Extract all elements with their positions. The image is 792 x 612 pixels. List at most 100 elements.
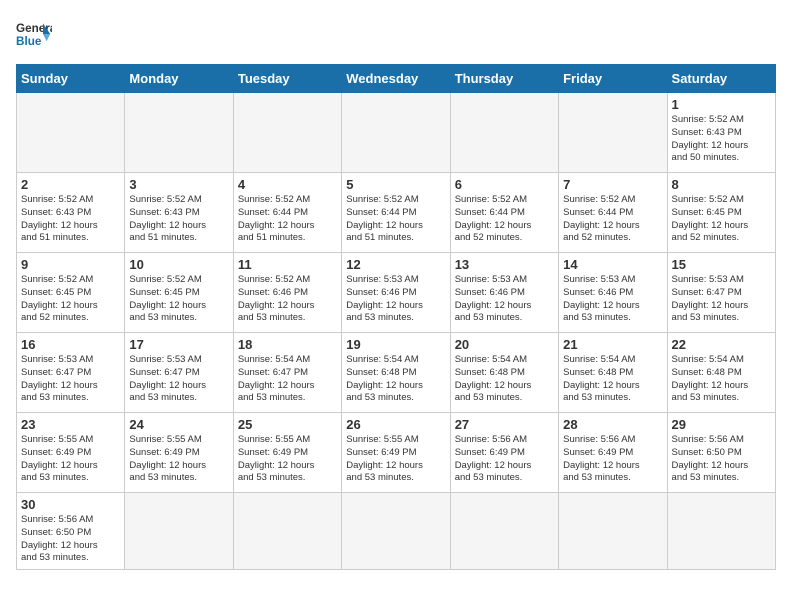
day-number: 26: [346, 417, 445, 432]
cell-info: Sunrise: 5:52 AMSunset: 6:45 PMDaylight:…: [129, 274, 228, 325]
cell-info: Sunrise: 5:52 AMSunset: 6:44 PMDaylight:…: [455, 194, 554, 245]
cell-info: Sunrise: 5:52 AMSunset: 6:45 PMDaylight:…: [21, 274, 120, 325]
day-number: 27: [455, 417, 554, 432]
cal-cell: 29 Sunrise: 5:56 AMSunset: 6:50 PMDayligh…: [667, 413, 775, 493]
cell-info: Sunrise: 5:52 AMSunset: 6:43 PMDaylight:…: [129, 194, 228, 245]
cell-info: Sunrise: 5:56 AMSunset: 6:49 PMDaylight:…: [455, 434, 554, 485]
day-number: 24: [129, 417, 228, 432]
cal-cell: 1 Sunrise: 5:52 AMSunset: 6:43 PMDaylight…: [667, 93, 775, 173]
cell-info: Sunrise: 5:55 AMSunset: 6:49 PMDaylight:…: [21, 434, 120, 485]
cal-cell: 15Sunrise: 5:53 AMSunset: 6:47 PMDayligh…: [667, 253, 775, 333]
cal-cell: 8Sunrise: 5:52 AMSunset: 6:45 PMDaylight…: [667, 173, 775, 253]
cell-info: Sunrise: 5:54 AMSunset: 6:48 PMDaylight:…: [563, 354, 662, 405]
cell-info: Sunrise: 5:53 AMSunset: 6:46 PMDaylight:…: [455, 274, 554, 325]
day-number: 19: [346, 337, 445, 352]
cell-info: Sunrise: 5:55 AMSunset: 6:49 PMDaylight:…: [346, 434, 445, 485]
cal-cell: [450, 493, 558, 570]
cal-cell: 28 Sunrise: 5:56 AMSunset: 6:49 PMDayligh…: [559, 413, 667, 493]
cal-cell: 17 Sunrise: 5:53 AMSunset: 6:47 PMDayligh…: [125, 333, 233, 413]
cell-info: Sunrise: 5:52 AMSunset: 6:43 PMDaylight:…: [21, 194, 120, 245]
cal-cell: [17, 93, 125, 173]
day-number: 23: [21, 417, 120, 432]
day-number: 13: [455, 257, 554, 272]
cell-info: Sunrise: 5:52 AMSunset: 6:43 PMDaylight:…: [672, 114, 771, 165]
cal-cell: 3 Sunrise: 5:52 AMSunset: 6:43 PMDaylight…: [125, 173, 233, 253]
cal-cell: 24 Sunrise: 5:55 AMSunset: 6:49 PMDayligh…: [125, 413, 233, 493]
day-number: 30: [21, 497, 120, 512]
cell-info: Sunrise: 5:56 AMSunset: 6:49 PMDaylight:…: [563, 434, 662, 485]
calendar-week-2: 2 Sunrise: 5:52 AMSunset: 6:43 PMDaylight…: [17, 173, 776, 253]
cal-cell: 5 Sunrise: 5:52 AMSunset: 6:44 PMDaylight…: [342, 173, 450, 253]
calendar-week-1: 1 Sunrise: 5:52 AMSunset: 6:43 PMDaylight…: [17, 93, 776, 173]
day-number: 21: [563, 337, 662, 352]
day-number: 14: [563, 257, 662, 272]
day-number: 9: [21, 257, 120, 272]
cal-cell: 25 Sunrise: 5:55 AMSunset: 6:49 PMDayligh…: [233, 413, 341, 493]
day-number: 16: [21, 337, 120, 352]
day-number: 25: [238, 417, 337, 432]
cell-info: Sunrise: 5:53 AMSunset: 6:46 PMDaylight:…: [346, 274, 445, 325]
cal-cell: 11 Sunrise: 5:52 AMSunset: 6:46 PMDayligh…: [233, 253, 341, 333]
day-number: 29: [672, 417, 771, 432]
day-header-wednesday: Wednesday: [342, 65, 450, 93]
cell-info: Sunrise: 5:55 AMSunset: 6:49 PMDaylight:…: [238, 434, 337, 485]
day-header-sunday: Sunday: [17, 65, 125, 93]
day-number: 3: [129, 177, 228, 192]
day-number: 17: [129, 337, 228, 352]
cal-cell: 7 Sunrise: 5:52 AMSunset: 6:44 PMDaylight…: [559, 173, 667, 253]
cell-info: Sunrise: 5:53 AMSunset: 6:47 PMDaylight:…: [129, 354, 228, 405]
day-header-friday: Friday: [559, 65, 667, 93]
calendar-week-6: 30 Sunrise: 5:56 AMSunset: 6:50 PMDayligh…: [17, 493, 776, 570]
cell-info: Sunrise: 5:55 AMSunset: 6:49 PMDaylight:…: [129, 434, 228, 485]
cal-cell: 9 Sunrise: 5:52 AMSunset: 6:45 PMDaylight…: [17, 253, 125, 333]
cal-cell: [450, 93, 558, 173]
logo: General Blue: [16, 16, 52, 52]
cell-info: Sunrise: 5:54 AMSunset: 6:48 PMDaylight:…: [455, 354, 554, 405]
cal-cell: 4Sunrise: 5:52 AMSunset: 6:44 PMDaylight…: [233, 173, 341, 253]
day-number: 2: [21, 177, 120, 192]
cell-info: Sunrise: 5:52 AMSunset: 6:46 PMDaylight:…: [238, 274, 337, 325]
cal-cell: 13 Sunrise: 5:53 AMSunset: 6:46 PMDayligh…: [450, 253, 558, 333]
cal-cell: 6 Sunrise: 5:52 AMSunset: 6:44 PMDaylight…: [450, 173, 558, 253]
day-number: 18: [238, 337, 337, 352]
cell-info: Sunrise: 5:52 AMSunset: 6:44 PMDaylight:…: [238, 194, 337, 245]
day-number: 20: [455, 337, 554, 352]
day-number: 12: [346, 257, 445, 272]
day-header-thursday: Thursday: [450, 65, 558, 93]
cell-info: Sunrise: 5:56 AMSunset: 6:50 PMDaylight:…: [21, 514, 120, 565]
day-number: 7: [563, 177, 662, 192]
cell-info: Sunrise: 5:53 AMSunset: 6:46 PMDaylight:…: [563, 274, 662, 325]
cal-cell: 21 Sunrise: 5:54 AMSunset: 6:48 PMDayligh…: [559, 333, 667, 413]
day-number: 1: [672, 97, 771, 112]
day-header-monday: Monday: [125, 65, 233, 93]
cell-info: Sunrise: 5:52 AMSunset: 6:44 PMDaylight:…: [346, 194, 445, 245]
day-number: 28: [563, 417, 662, 432]
cell-info: Sunrise: 5:52 AMSunset: 6:45 PMDaylight:…: [672, 194, 771, 245]
cal-cell: 10 Sunrise: 5:52 AMSunset: 6:45 PMDayligh…: [125, 253, 233, 333]
cal-cell: 18Sunrise: 5:54 AMSunset: 6:47 PMDayligh…: [233, 333, 341, 413]
logo-icon: General Blue: [16, 16, 52, 52]
calendar-week-5: 23 Sunrise: 5:55 AMSunset: 6:49 PMDayligh…: [17, 413, 776, 493]
cal-cell: 16Sunrise: 5:53 AMSunset: 6:47 PMDayligh…: [17, 333, 125, 413]
cal-cell: 30 Sunrise: 5:56 AMSunset: 6:50 PMDayligh…: [17, 493, 125, 570]
cell-info: Sunrise: 5:56 AMSunset: 6:50 PMDaylight:…: [672, 434, 771, 485]
cal-cell: 27 Sunrise: 5:56 AMSunset: 6:49 PMDayligh…: [450, 413, 558, 493]
svg-text:Blue: Blue: [16, 35, 42, 48]
cal-cell: 12 Sunrise: 5:53 AMSunset: 6:46 PMDayligh…: [342, 253, 450, 333]
cal-cell: [559, 93, 667, 173]
day-number: 11: [238, 257, 337, 272]
cal-cell: [342, 493, 450, 570]
cell-info: Sunrise: 5:54 AMSunset: 6:48 PMDaylight:…: [346, 354, 445, 405]
day-number: 10: [129, 257, 228, 272]
cal-cell: 26 Sunrise: 5:55 AMSunset: 6:49 PMDayligh…: [342, 413, 450, 493]
cal-cell: 14 Sunrise: 5:53 AMSunset: 6:46 PMDayligh…: [559, 253, 667, 333]
day-number: 15: [672, 257, 771, 272]
day-header-saturday: Saturday: [667, 65, 775, 93]
calendar-week-3: 9 Sunrise: 5:52 AMSunset: 6:45 PMDaylight…: [17, 253, 776, 333]
day-number: 6: [455, 177, 554, 192]
day-number: 5: [346, 177, 445, 192]
cal-cell: 20 Sunrise: 5:54 AMSunset: 6:48 PMDayligh…: [450, 333, 558, 413]
day-header-tuesday: Tuesday: [233, 65, 341, 93]
calendar-week-4: 16 Sunrise: 5:53 AMSunset: 6:47 PMDayligh…: [17, 333, 776, 413]
cell-info: Sunrise: 5:52 AMSunset: 6:44 PMDaylight:…: [563, 194, 662, 245]
